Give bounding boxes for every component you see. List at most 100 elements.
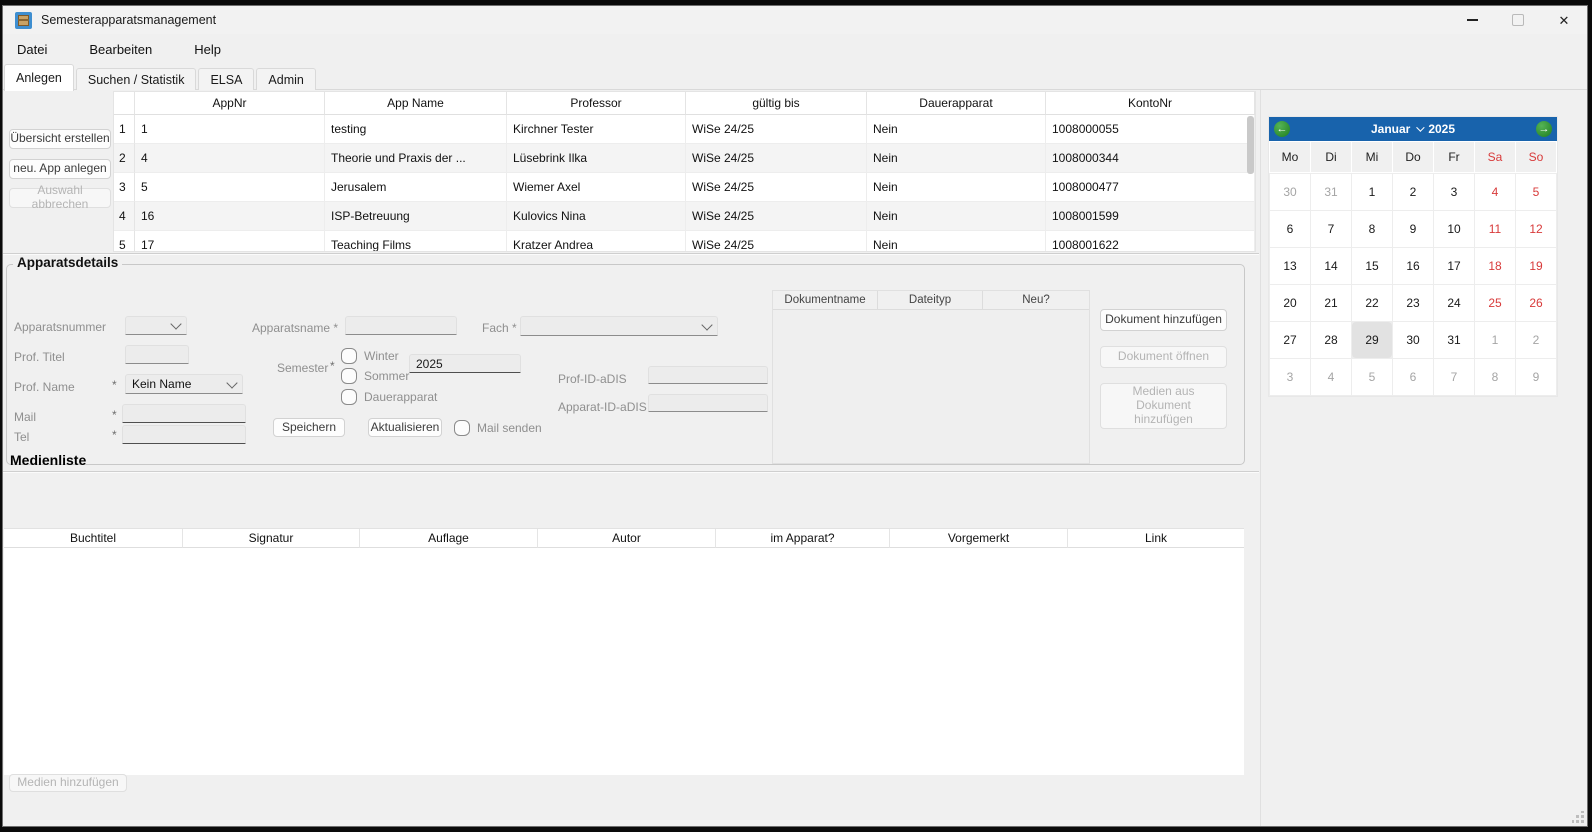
apps-table-row[interactable]: 35JerusalemWiemer AxelWiSe 24/25Nein1008… — [114, 173, 1255, 202]
next-month-button[interactable]: → — [1536, 121, 1552, 137]
calendar-day[interactable]: 16 — [1393, 248, 1433, 284]
apps-column-header[interactable]: gültig bis — [686, 92, 867, 115]
calendar-day[interactable]: 17 — [1434, 248, 1474, 284]
calendar-day[interactable]: 4 — [1475, 174, 1515, 210]
medien-column-header[interactable]: Autor — [538, 529, 716, 548]
medien-column-header[interactable]: Buchtitel — [4, 529, 183, 548]
fach-select[interactable] — [520, 316, 718, 336]
calendar-day[interactable]: 22 — [1352, 285, 1392, 321]
calendar-day[interactable]: 11 — [1475, 211, 1515, 247]
menu-help[interactable]: Help — [186, 38, 229, 61]
prof-titel-input[interactable] — [125, 345, 189, 364]
menu-datei[interactable]: Datei — [9, 38, 55, 61]
calendar-day[interactable]: 7 — [1434, 359, 1474, 395]
calendar-day[interactable]: 26 — [1516, 285, 1556, 321]
calendar-day[interactable]: 30 — [1393, 322, 1433, 358]
documents-column-header[interactable]: Dateityp — [878, 291, 983, 310]
calendar-day[interactable]: 23 — [1393, 285, 1433, 321]
tab-anlegen[interactable]: Anlegen — [4, 64, 74, 91]
apps-column-header[interactable]: KontoNr — [1046, 92, 1255, 115]
calendar-day[interactable]: 24 — [1434, 285, 1474, 321]
apps-table-row[interactable]: 517Teaching FilmsKratzer AndreaWiSe 24/2… — [114, 231, 1255, 252]
calendar-day[interactable]: 3 — [1270, 359, 1310, 395]
calendar-day[interactable]: 10 — [1434, 211, 1474, 247]
semester-dauerapparat-radio[interactable]: Dauerapparat — [341, 389, 437, 405]
calendar-day[interactable]: 2 — [1516, 322, 1556, 358]
auswahl-abbrechen-button[interactable]: Auswahl abbrechen — [9, 188, 111, 208]
calendar-day[interactable]: 9 — [1393, 211, 1433, 247]
calendar-day[interactable]: 1 — [1475, 322, 1515, 358]
dokument-oeffnen-button[interactable]: Dokument öffnen — [1100, 346, 1227, 368]
documents-column-header[interactable]: Neu? — [983, 291, 1089, 310]
medien-column-header[interactable]: im Apparat? — [716, 529, 890, 548]
tab-suchen-statistik[interactable]: Suchen / Statistik — [76, 68, 197, 90]
calendar-day[interactable]: 27 — [1270, 322, 1310, 358]
aktualisieren-button[interactable]: Aktualisieren — [368, 418, 442, 437]
semester-year-input[interactable]: 2025 — [409, 354, 521, 373]
medien-column-header[interactable]: Auflage — [360, 529, 538, 548]
medien-hinzufuegen-button[interactable]: Medien hinzufügen — [9, 774, 127, 792]
calendar-month-year[interactable]: Januar2025 — [1290, 122, 1536, 136]
calendar-day[interactable]: 4 — [1311, 359, 1351, 395]
medien-column-header[interactable]: Link — [1068, 529, 1244, 548]
semester-winter-radio[interactable]: Winter — [341, 348, 399, 364]
mail-senden-checkbox[interactable]: Mail senden — [454, 420, 542, 436]
calendar-day[interactable]: 9 — [1516, 359, 1556, 395]
resize-grip[interactable] — [1572, 811, 1584, 823]
calendar-day-today[interactable]: 29 — [1352, 322, 1392, 358]
prof-name-select[interactable]: Kein Name — [125, 374, 243, 394]
prof-id-adis-input[interactable] — [648, 366, 768, 384]
calendar-day[interactable]: 20 — [1270, 285, 1310, 321]
apps-table-row[interactable]: 416ISP-BetreuungKulovics NinaWiSe 24/25N… — [114, 202, 1255, 231]
close-button[interactable]: ✕ — [1541, 6, 1587, 34]
calendar-day[interactable]: 12 — [1516, 211, 1556, 247]
apparatsnummer-select[interactable] — [125, 316, 187, 335]
documents-column-header[interactable]: Dokumentname — [773, 291, 878, 310]
calendar-day[interactable]: 7 — [1311, 211, 1351, 247]
calendar-day[interactable]: 31 — [1311, 174, 1351, 210]
tab-elsa[interactable]: ELSA — [198, 68, 254, 90]
calendar-day[interactable]: 5 — [1352, 359, 1392, 395]
calendar-day[interactable]: 18 — [1475, 248, 1515, 284]
calendar-day[interactable]: 3 — [1434, 174, 1474, 210]
calendar-day[interactable]: 19 — [1516, 248, 1556, 284]
dokument-hinzufuegen-button[interactable]: Dokument hinzufügen — [1100, 309, 1227, 331]
apparatsname-input[interactable] — [345, 316, 457, 335]
speichern-button[interactable]: Speichern — [273, 418, 345, 437]
calendar-day[interactable]: 25 — [1475, 285, 1515, 321]
calendar-day[interactable]: 31 — [1434, 322, 1474, 358]
medien-column-header[interactable]: Vorgemerkt — [890, 529, 1068, 548]
neu-app-anlegen-button[interactable]: neu. App anlegen — [9, 159, 111, 179]
prev-month-button[interactable]: ← — [1274, 121, 1290, 137]
apparat-id-adis-input[interactable] — [648, 394, 768, 412]
apps-table-row[interactable]: 24Theorie und Praxis der ...Lüsebrink Il… — [114, 144, 1255, 173]
tel-input[interactable] — [122, 425, 246, 444]
calendar-day[interactable]: 13 — [1270, 248, 1310, 284]
medien-column-header[interactable]: Signatur — [183, 529, 360, 548]
menu-bearbeiten[interactable]: Bearbeiten — [81, 38, 160, 61]
semester-sommer-radio[interactable]: Sommer — [341, 368, 409, 384]
apps-column-header[interactable]: Professor — [507, 92, 686, 115]
calendar-day[interactable]: 8 — [1475, 359, 1515, 395]
apps-table-scrollbar[interactable] — [1247, 116, 1254, 249]
calendar-day[interactable]: 2 — [1393, 174, 1433, 210]
calendar-day[interactable]: 5 — [1516, 174, 1556, 210]
uebersicht-erstellen-button[interactable]: Übersicht erstellen — [9, 129, 111, 149]
calendar-day[interactable]: 21 — [1311, 285, 1351, 321]
minimize-button[interactable] — [1449, 6, 1495, 34]
calendar-day[interactable]: 8 — [1352, 211, 1392, 247]
apps-column-header[interactable]: Dauerapparat — [867, 92, 1046, 115]
tab-admin[interactable]: Admin — [256, 68, 315, 90]
medien-aus-dokument-button[interactable]: Medien aus Dokument hinzufügen — [1100, 383, 1227, 429]
calendar-day[interactable]: 28 — [1311, 322, 1351, 358]
maximize-button[interactable] — [1495, 6, 1541, 34]
calendar-day[interactable]: 6 — [1393, 359, 1433, 395]
calendar-day[interactable]: 30 — [1270, 174, 1310, 210]
mail-input[interactable] — [122, 404, 246, 423]
apps-column-header[interactable]: App Name — [325, 92, 507, 115]
apps-column-header[interactable]: AppNr — [135, 92, 325, 115]
calendar-day[interactable]: 1 — [1352, 174, 1392, 210]
calendar-day[interactable]: 14 — [1311, 248, 1351, 284]
apps-table-row[interactable]: 11testingKirchner TesterWiSe 24/25Nein10… — [114, 115, 1255, 144]
calendar-day[interactable]: 6 — [1270, 211, 1310, 247]
